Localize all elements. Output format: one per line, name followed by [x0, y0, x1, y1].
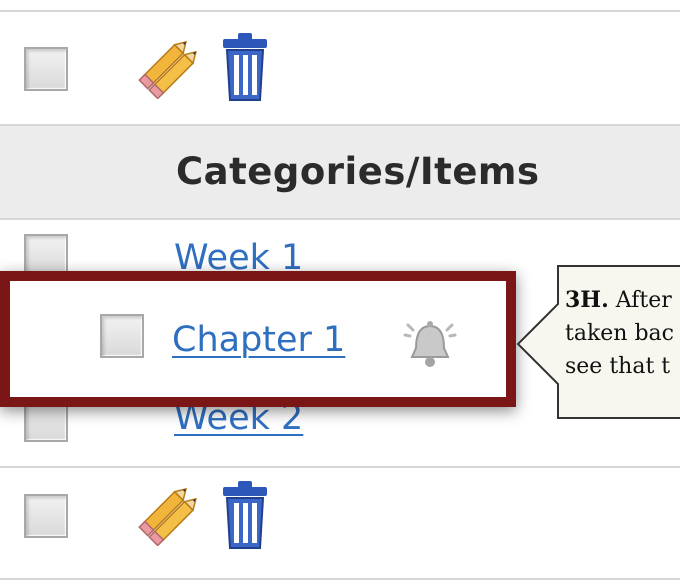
select-all-checkbox-top[interactable]: [24, 47, 68, 91]
divider: [0, 218, 680, 220]
callout-line-2: taken bac: [565, 321, 674, 346]
bell-icon[interactable]: [402, 316, 458, 372]
column-header-categories-items: Categories/Items: [176, 150, 540, 193]
top-divider: [0, 10, 680, 12]
callout-line-1: After: [615, 288, 672, 313]
trash-can-icon[interactable]: [218, 478, 272, 552]
select-all-checkbox-bottom[interactable]: [24, 494, 68, 538]
callout-step: 3H.: [565, 287, 609, 313]
divider: [0, 466, 680, 468]
pencil-pair-icon[interactable]: [136, 480, 202, 546]
trash-can-icon[interactable]: [218, 30, 272, 104]
chapter-1-link[interactable]: Chapter 1: [172, 320, 345, 360]
callout-line-3: see that t: [565, 354, 671, 379]
divider: [0, 578, 680, 580]
row-checkbox-chapter-1[interactable]: [100, 314, 144, 358]
callout-text: 3H. After taken bac see that t: [565, 284, 680, 383]
pencil-pair-icon[interactable]: [136, 33, 202, 99]
